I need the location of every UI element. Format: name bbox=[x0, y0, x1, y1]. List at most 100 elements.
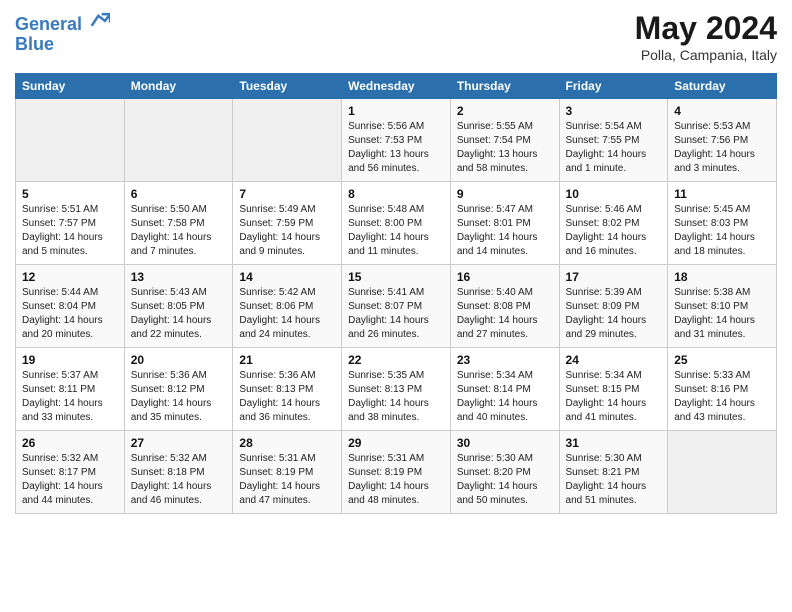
day-info: Sunrise: 5:34 AM Sunset: 8:14 PM Dayligh… bbox=[457, 369, 553, 425]
calendar-cell bbox=[124, 99, 233, 182]
day-number: 11 bbox=[674, 187, 770, 201]
calendar-cell: 29 Sunrise: 5:31 AM Sunset: 8:19 PM Dayli… bbox=[342, 431, 451, 514]
day-info: Sunrise: 5:32 AM Sunset: 8:18 PM Dayligh… bbox=[131, 452, 227, 508]
day-number: 30 bbox=[457, 436, 553, 450]
day-number: 17 bbox=[566, 270, 662, 284]
calendar-cell: 1 Sunrise: 5:56 AM Sunset: 7:53 PM Daylig… bbox=[342, 99, 451, 182]
calendar-week-2: 5Sunrise: 5:51 AM Sunset: 7:57 PM Daylig… bbox=[16, 182, 777, 265]
day-info: Sunrise: 5:36 AM Sunset: 8:13 PM Dayligh… bbox=[239, 369, 335, 425]
weekday-header-friday: Friday bbox=[559, 74, 668, 99]
calendar-cell: 25 Sunrise: 5:33 AM Sunset: 8:16 PM Dayli… bbox=[668, 348, 777, 431]
calendar-cell: 9 Sunrise: 5:47 AM Sunset: 8:01 PM Daylig… bbox=[450, 182, 559, 265]
day-number: 3 bbox=[566, 104, 662, 118]
logo-icon bbox=[90, 10, 110, 30]
day-info: Sunrise: 5:38 AM Sunset: 8:10 PM Dayligh… bbox=[674, 286, 770, 342]
day-number: 22 bbox=[348, 353, 444, 367]
day-number: 21 bbox=[239, 353, 335, 367]
day-info: Sunrise: 5:44 AM Sunset: 8:04 PM Dayligh… bbox=[22, 286, 118, 342]
weekday-header-thursday: Thursday bbox=[450, 74, 559, 99]
calendar-cell: 30 Sunrise: 5:30 AM Sunset: 8:20 PM Dayli… bbox=[450, 431, 559, 514]
day-info: Sunrise: 5:39 AM Sunset: 8:09 PM Dayligh… bbox=[566, 286, 662, 342]
calendar-cell bbox=[668, 431, 777, 514]
day-info: Sunrise: 5:32 AM Sunset: 8:17 PM Dayligh… bbox=[22, 452, 118, 508]
day-number: 16 bbox=[457, 270, 553, 284]
header: General Blue May 2024 Polla, Campania, I… bbox=[15, 10, 777, 63]
calendar-cell: 7Sunrise: 5:49 AM Sunset: 7:59 PM Daylig… bbox=[233, 182, 342, 265]
logo-blue: Blue bbox=[15, 35, 110, 55]
day-info: Sunrise: 5:35 AM Sunset: 8:13 PM Dayligh… bbox=[348, 369, 444, 425]
day-info: Sunrise: 5:50 AM Sunset: 7:58 PM Dayligh… bbox=[131, 203, 227, 259]
day-number: 13 bbox=[131, 270, 227, 284]
calendar-cell: 22 Sunrise: 5:35 AM Sunset: 8:13 PM Dayli… bbox=[342, 348, 451, 431]
day-number: 23 bbox=[457, 353, 553, 367]
day-number: 24 bbox=[566, 353, 662, 367]
day-info: Sunrise: 5:43 AM Sunset: 8:05 PM Dayligh… bbox=[131, 286, 227, 342]
calendar-week-1: 1 Sunrise: 5:56 AM Sunset: 7:53 PM Daylig… bbox=[16, 99, 777, 182]
day-info: Sunrise: 5:30 AM Sunset: 8:20 PM Dayligh… bbox=[457, 452, 553, 508]
day-info: Sunrise: 5:37 AM Sunset: 8:11 PM Dayligh… bbox=[22, 369, 118, 425]
calendar-cell bbox=[233, 99, 342, 182]
logo-text: General bbox=[15, 10, 110, 35]
day-number: 8 bbox=[348, 187, 444, 201]
day-number: 20 bbox=[131, 353, 227, 367]
logo-general: General bbox=[15, 14, 82, 34]
calendar-cell: 28 Sunrise: 5:31 AM Sunset: 8:19 PM Dayli… bbox=[233, 431, 342, 514]
calendar-week-5: 26 Sunrise: 5:32 AM Sunset: 8:17 PM Dayli… bbox=[16, 431, 777, 514]
month-title: May 2024 bbox=[635, 10, 777, 47]
calendar-week-4: 19 Sunrise: 5:37 AM Sunset: 8:11 PM Dayli… bbox=[16, 348, 777, 431]
calendar-cell: 31 Sunrise: 5:30 AM Sunset: 8:21 PM Dayli… bbox=[559, 431, 668, 514]
day-number: 12 bbox=[22, 270, 118, 284]
day-info: Sunrise: 5:41 AM Sunset: 8:07 PM Dayligh… bbox=[348, 286, 444, 342]
day-number: 28 bbox=[239, 436, 335, 450]
day-info: Sunrise: 5:42 AM Sunset: 8:06 PM Dayligh… bbox=[239, 286, 335, 342]
calendar-cell: 10Sunrise: 5:46 AM Sunset: 8:02 PM Dayli… bbox=[559, 182, 668, 265]
day-info: Sunrise: 5:55 AM Sunset: 7:54 PM Dayligh… bbox=[457, 120, 553, 176]
weekday-header-monday: Monday bbox=[124, 74, 233, 99]
calendar-cell: 14 Sunrise: 5:42 AM Sunset: 8:06 PM Dayli… bbox=[233, 265, 342, 348]
calendar-cell: 27Sunrise: 5:32 AM Sunset: 8:18 PM Dayli… bbox=[124, 431, 233, 514]
calendar-cell: 17 Sunrise: 5:39 AM Sunset: 8:09 PM Dayli… bbox=[559, 265, 668, 348]
calendar-cell: 6 Sunrise: 5:50 AM Sunset: 7:58 PM Daylig… bbox=[124, 182, 233, 265]
location-subtitle: Polla, Campania, Italy bbox=[635, 47, 777, 63]
page-container: General Blue May 2024 Polla, Campania, I… bbox=[0, 0, 792, 524]
weekday-header-sunday: Sunday bbox=[16, 74, 125, 99]
day-number: 6 bbox=[131, 187, 227, 201]
day-number: 26 bbox=[22, 436, 118, 450]
day-info: Sunrise: 5:31 AM Sunset: 8:19 PM Dayligh… bbox=[348, 452, 444, 508]
weekday-header-saturday: Saturday bbox=[668, 74, 777, 99]
day-info: Sunrise: 5:31 AM Sunset: 8:19 PM Dayligh… bbox=[239, 452, 335, 508]
day-info: Sunrise: 5:45 AM Sunset: 8:03 PM Dayligh… bbox=[674, 203, 770, 259]
day-info: Sunrise: 5:33 AM Sunset: 8:16 PM Dayligh… bbox=[674, 369, 770, 425]
calendar-cell: 26 Sunrise: 5:32 AM Sunset: 8:17 PM Dayli… bbox=[16, 431, 125, 514]
day-number: 31 bbox=[566, 436, 662, 450]
day-number: 14 bbox=[239, 270, 335, 284]
day-info: Sunrise: 5:47 AM Sunset: 8:01 PM Dayligh… bbox=[457, 203, 553, 259]
day-info: Sunrise: 5:40 AM Sunset: 8:08 PM Dayligh… bbox=[457, 286, 553, 342]
calendar-cell: 12 Sunrise: 5:44 AM Sunset: 8:04 PM Dayli… bbox=[16, 265, 125, 348]
calendar-cell bbox=[16, 99, 125, 182]
weekday-header-wednesday: Wednesday bbox=[342, 74, 451, 99]
calendar-cell: 16 Sunrise: 5:40 AM Sunset: 8:08 PM Dayli… bbox=[450, 265, 559, 348]
day-number: 29 bbox=[348, 436, 444, 450]
day-number: 15 bbox=[348, 270, 444, 284]
day-number: 9 bbox=[457, 187, 553, 201]
calendar-cell: 19 Sunrise: 5:37 AM Sunset: 8:11 PM Dayli… bbox=[16, 348, 125, 431]
day-number: 2 bbox=[457, 104, 553, 118]
day-number: 25 bbox=[674, 353, 770, 367]
day-number: 18 bbox=[674, 270, 770, 284]
day-info: Sunrise: 5:30 AM Sunset: 8:21 PM Dayligh… bbox=[566, 452, 662, 508]
calendar-cell: 11 Sunrise: 5:45 AM Sunset: 8:03 PM Dayli… bbox=[668, 182, 777, 265]
weekday-header-row: SundayMondayTuesdayWednesdayThursdayFrid… bbox=[16, 74, 777, 99]
calendar-cell: 23 Sunrise: 5:34 AM Sunset: 8:14 PM Dayli… bbox=[450, 348, 559, 431]
day-info: Sunrise: 5:48 AM Sunset: 8:00 PM Dayligh… bbox=[348, 203, 444, 259]
day-info: Sunrise: 5:53 AM Sunset: 7:56 PM Dayligh… bbox=[674, 120, 770, 176]
day-number: 19 bbox=[22, 353, 118, 367]
calendar-week-3: 12 Sunrise: 5:44 AM Sunset: 8:04 PM Dayli… bbox=[16, 265, 777, 348]
calendar-cell: 15 Sunrise: 5:41 AM Sunset: 8:07 PM Dayli… bbox=[342, 265, 451, 348]
calendar-cell: 2 Sunrise: 5:55 AM Sunset: 7:54 PM Daylig… bbox=[450, 99, 559, 182]
calendar-cell: 21 Sunrise: 5:36 AM Sunset: 8:13 PM Dayli… bbox=[233, 348, 342, 431]
day-number: 1 bbox=[348, 104, 444, 118]
calendar-cell: 4Sunrise: 5:53 AM Sunset: 7:56 PM Daylig… bbox=[668, 99, 777, 182]
day-info: Sunrise: 5:56 AM Sunset: 7:53 PM Dayligh… bbox=[348, 120, 444, 176]
day-number: 7 bbox=[239, 187, 335, 201]
